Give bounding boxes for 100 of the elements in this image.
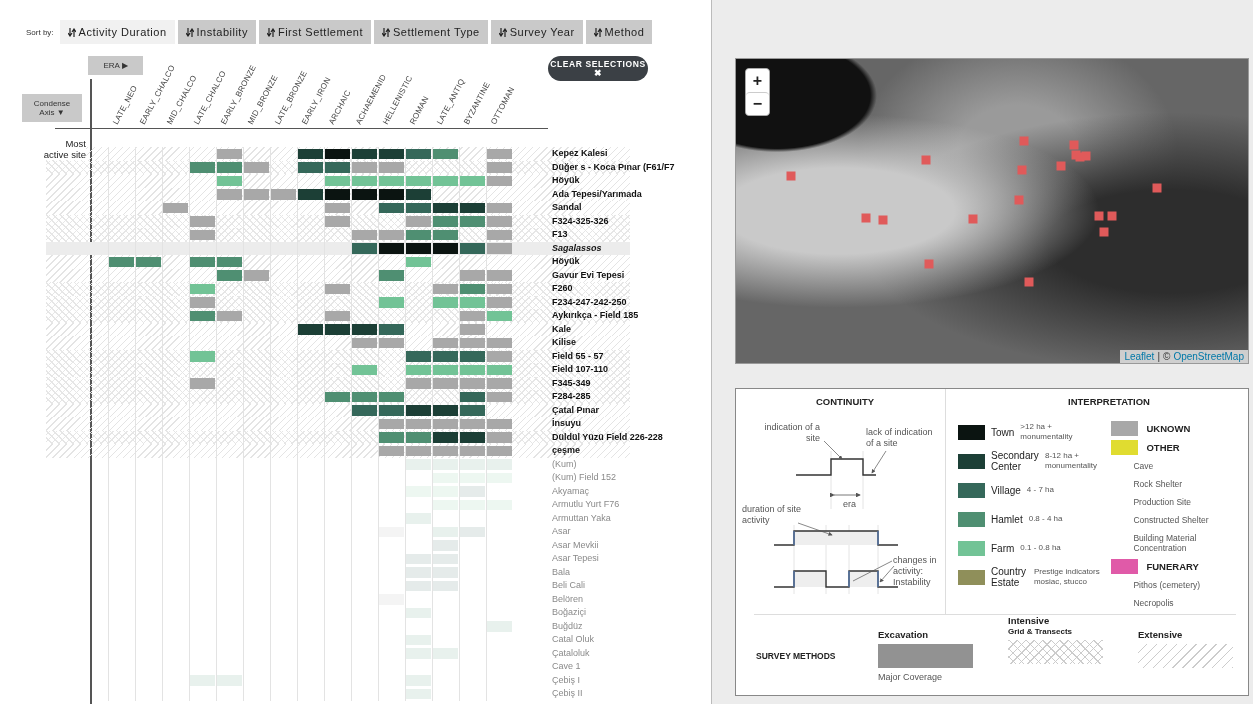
site-marker[interactable]: [1014, 195, 1024, 205]
era-button[interactable]: ERA ▶: [88, 56, 143, 75]
sort-button[interactable]: Survey Year: [490, 20, 583, 44]
legend-example: Constructed Shelter: [1132, 515, 1210, 525]
site-marker[interactable]: [1081, 151, 1091, 161]
legend-label: FUNERARY: [1146, 561, 1199, 572]
sort-button[interactable]: Settlement Type: [373, 20, 488, 44]
site-name[interactable]: Sandal: [552, 201, 582, 215]
map-image[interactable]: [736, 59, 1248, 363]
site-name[interactable]: Gavur Evi Tepesi: [552, 268, 625, 282]
site-name[interactable]: Düğer s - Koca Pınar (F61/F7: [552, 160, 675, 174]
diagram-label: indication of a site: [763, 422, 820, 444]
era-arrow: [830, 492, 861, 498]
site-name[interactable]: Çatal Pınar: [552, 403, 600, 417]
sort-button[interactable]: Method: [585, 20, 653, 44]
site-name[interactable]: Boğaziçi: [552, 606, 587, 620]
site-name[interactable]: Höyük: [552, 255, 580, 269]
zoom-out-button[interactable]: −: [746, 92, 769, 115]
legend-detail: 4 - 7 ha: [1026, 485, 1054, 495]
site-marker[interactable]: [861, 213, 871, 223]
attribution-text: |: [1157, 351, 1160, 362]
legend-label: OTHER: [1146, 442, 1180, 453]
era-bar[interactable]: [406, 148, 431, 159]
site-name[interactable]: Sagalassos: [552, 241, 602, 255]
site-marker[interactable]: [1069, 140, 1079, 150]
site-name[interactable]: Armutlu Yurt F76: [552, 498, 620, 512]
site-name[interactable]: Asar Mevkii: [552, 538, 599, 552]
era-bar[interactable]: [352, 148, 377, 159]
site-name[interactable]: Kale: [552, 322, 571, 336]
site-name[interactable]: (Kum): [552, 457, 577, 471]
site-name[interactable]: Aykırıkça - Field 185: [552, 309, 639, 323]
site-marker[interactable]: [924, 259, 934, 269]
sort-icon: [185, 27, 194, 37]
site-name[interactable]: çeşme: [552, 444, 581, 458]
site-name[interactable]: Field 55 - 57: [552, 349, 604, 363]
legend-label: Country Estate: [991, 566, 1027, 588]
era-bar[interactable]: [433, 202, 458, 213]
legend-example: Cave: [1132, 461, 1155, 471]
site-marker[interactable]: [1019, 136, 1029, 146]
site-name[interactable]: Belören: [552, 592, 584, 606]
site-name[interactable]: Field 107-110: [552, 363, 609, 377]
site-name[interactable]: Kilise: [552, 336, 576, 350]
site-marker[interactable]: [921, 155, 931, 165]
site-name[interactable]: Kepez Kalesi: [552, 147, 608, 161]
site-name[interactable]: Höyük: [552, 174, 580, 188]
era-bar[interactable]: [406, 202, 431, 213]
site-name[interactable]: Cave 1: [552, 660, 581, 674]
era-bar[interactable]: [325, 148, 350, 159]
site-name[interactable]: Akyamaç: [552, 484, 589, 498]
condense-axis-button[interactable]: Condense Axis ▼: [22, 94, 82, 122]
site-name[interactable]: Beli Cali: [552, 579, 585, 593]
sort-button[interactable]: Activity Duration: [59, 20, 175, 44]
site-name[interactable]: Çataloluk: [552, 646, 590, 660]
site-name[interactable]: Asar: [552, 525, 571, 539]
site-name[interactable]: F345-349: [552, 376, 591, 390]
site-name[interactable]: F284-285: [552, 390, 591, 404]
continuity-title: CONTINUITY: [816, 396, 875, 407]
site-name[interactable]: Çebiş II: [552, 687, 583, 701]
site-name[interactable]: Düldül Yüzü Field 226-228: [552, 430, 663, 444]
site-name[interactable]: Ada Tepesi/Yarımada: [552, 187, 642, 201]
site-name[interactable]: Catal Oluk: [552, 633, 595, 647]
era-bar[interactable]: [460, 202, 485, 213]
site-name[interactable]: Buğdüz: [552, 619, 583, 633]
site-marker[interactable]: [1024, 277, 1034, 287]
site-name[interactable]: F260: [552, 282, 573, 296]
site-name[interactable]: Asar Tepesi: [552, 552, 599, 566]
sort-button[interactable]: First Settlement: [258, 20, 371, 44]
site-marker[interactable]: [1056, 161, 1066, 171]
legend-detail: >12 ha + monumentality: [1020, 422, 1074, 442]
legend-example: Pithos (cemetery): [1132, 580, 1202, 590]
site-name[interactable]: Armuttan Yaka: [552, 511, 611, 525]
era-bar[interactable]: [379, 202, 404, 213]
era-bar[interactable]: [298, 148, 323, 159]
site-name[interactable]: Çebiş I: [552, 673, 580, 687]
legend-label: Secondary Center: [991, 450, 1039, 472]
site-marker[interactable]: [1099, 227, 1109, 237]
site-marker[interactable]: [1107, 211, 1117, 221]
legend-example: Production Site: [1132, 497, 1193, 507]
interpretation-title: INTERPRETATION: [1068, 396, 1151, 407]
era-bar[interactable]: [460, 391, 485, 402]
era-bar[interactable]: [379, 148, 404, 159]
site-name[interactable]: Bala: [552, 565, 570, 579]
site-name[interactable]: (Kum) Field 152: [552, 471, 617, 485]
site-name[interactable]: F13: [552, 228, 568, 242]
clear-selections-button[interactable]: CLEAR SELECTIONS ✖: [548, 56, 648, 81]
site-name[interactable]: F324-325-326: [552, 214, 609, 228]
site-name[interactable]: F234-247-242-250: [552, 295, 627, 309]
sort-icon: [381, 27, 390, 37]
site-marker[interactable]: [1152, 183, 1162, 193]
site-marker[interactable]: [1094, 211, 1104, 221]
sort-button[interactable]: Instability: [177, 20, 256, 44]
legend-label: Hamlet: [991, 513, 1023, 525]
sort-icon: [498, 27, 507, 37]
site-marker[interactable]: [968, 214, 978, 224]
legend-label: Village: [991, 484, 1021, 496]
legend-detail: 0.1 - 0.8 ha: [1020, 543, 1061, 553]
site-marker[interactable]: [878, 215, 888, 225]
site-marker[interactable]: [786, 171, 796, 181]
site-name[interactable]: İnsuyu: [552, 417, 581, 431]
site-marker[interactable]: [1017, 165, 1027, 175]
